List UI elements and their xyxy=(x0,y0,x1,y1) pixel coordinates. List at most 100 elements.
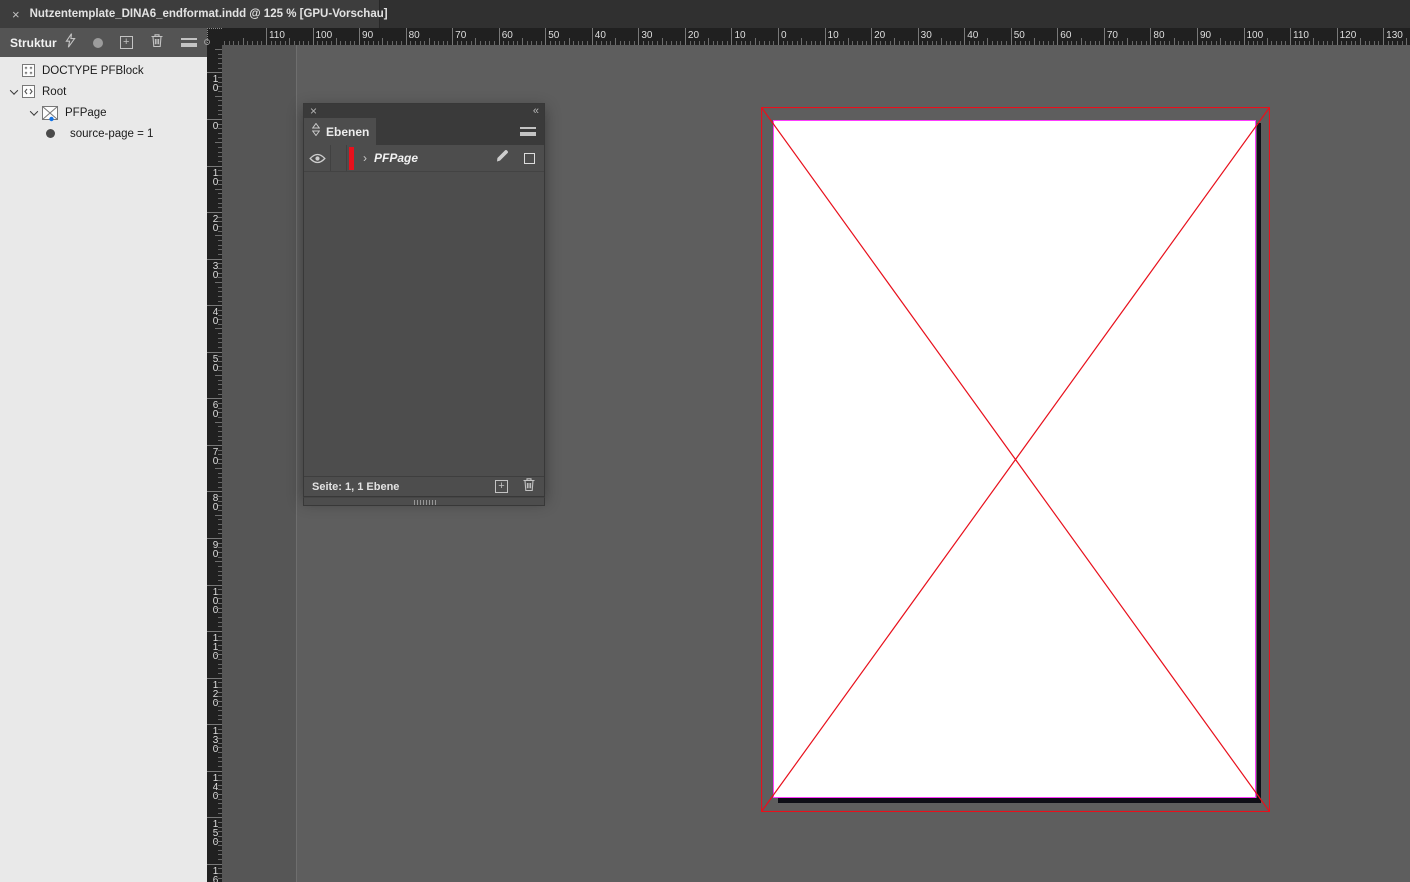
ruler-tick xyxy=(489,41,490,45)
ruler-label: 10 xyxy=(828,30,839,41)
ruler-tick xyxy=(308,41,309,45)
ruler-tick xyxy=(978,41,979,45)
layer-lock-cell[interactable] xyxy=(331,145,347,171)
ruler-tick xyxy=(750,41,751,45)
tree-item-pfpage[interactable]: PFPage xyxy=(0,102,207,123)
ruler-label: 2 0 xyxy=(210,45,221,47)
layer-target-square-icon[interactable] xyxy=(524,153,535,164)
ruler-tick xyxy=(741,41,742,45)
ruler-label: 70 xyxy=(1107,30,1118,41)
tab-ebenen[interactable]: Ebenen xyxy=(304,118,376,145)
layer-name[interactable]: PFPage xyxy=(374,151,495,165)
ruler-label: 80 xyxy=(1153,30,1164,41)
ruler-tick xyxy=(899,41,900,45)
ruler-tick xyxy=(1365,41,1366,45)
pen-icon xyxy=(495,149,510,168)
new-layer-icon[interactable]: + xyxy=(495,480,508,493)
ruler-tick xyxy=(406,28,407,45)
layer-expander-icon[interactable]: › xyxy=(363,151,367,165)
ruler-tick xyxy=(587,41,588,45)
ruler-tick xyxy=(894,38,895,45)
ruler-tick xyxy=(1104,28,1105,45)
panel-menu-icon[interactable] xyxy=(520,127,536,136)
ruler-tick xyxy=(215,468,222,469)
tree-item-label: source-page = 1 xyxy=(70,128,153,140)
ruler-tick xyxy=(1099,41,1100,45)
ruler-tick xyxy=(1076,41,1077,45)
chevron-down-icon[interactable] xyxy=(6,89,22,95)
ruler-tick xyxy=(215,515,222,516)
layer-visibility-toggle[interactable] xyxy=(304,145,331,171)
ruler-tick xyxy=(322,41,323,45)
trash-icon[interactable] xyxy=(150,33,164,53)
tree-item-doctype-pfblock[interactable]: DOCTYPE PFBlock xyxy=(0,60,207,81)
ruler-tick xyxy=(1015,41,1016,45)
ruler-tick xyxy=(969,41,970,45)
add-element-icon[interactable]: + xyxy=(120,36,133,49)
ruler-tick xyxy=(1337,28,1338,45)
ruler-tick xyxy=(1276,41,1277,45)
ruler-tick xyxy=(215,49,222,50)
horizontal-ruler[interactable]: 1101009080706050403020100102030405060708… xyxy=(222,28,1410,45)
ruler-label: 60 xyxy=(1060,30,1071,41)
ruler-tick xyxy=(410,41,411,45)
ruler-tick xyxy=(215,794,222,795)
ruler-tick xyxy=(1150,28,1151,45)
ruler-tick xyxy=(1197,28,1198,45)
ruler-tick xyxy=(1225,41,1226,45)
ruler-tick xyxy=(815,41,816,45)
tab-close-icon[interactable]: × xyxy=(12,8,20,21)
ruler-tick xyxy=(1206,41,1207,45)
ruler-tick xyxy=(1062,41,1063,45)
layer-row-pfpage[interactable]: › PFPage xyxy=(304,145,544,172)
chevron-down-icon[interactable] xyxy=(26,110,42,116)
ruler-tick xyxy=(792,41,793,45)
panel-collapse-diamond-icon[interactable] xyxy=(312,123,320,141)
close-icon[interactable]: × xyxy=(310,106,317,116)
layer-color-swatch xyxy=(349,147,354,170)
ruler-tick xyxy=(1039,41,1040,45)
structure-panel-header: Struktur + xyxy=(0,28,207,57)
tree-item-source-page-1[interactable]: source-page = 1 xyxy=(0,123,207,144)
ruler-tick xyxy=(964,28,965,45)
ruler-tick xyxy=(215,422,222,423)
ruler-tick xyxy=(708,38,709,45)
ruler-tick xyxy=(1169,41,1170,45)
ruler-tick xyxy=(615,38,616,45)
ruler-tick xyxy=(1257,41,1258,45)
circle-icon[interactable] xyxy=(93,38,103,48)
ruler-tick xyxy=(1244,28,1245,45)
ruler-tick xyxy=(1095,41,1096,45)
ruler-label: 110 xyxy=(1293,30,1309,41)
collapse-panel-icon[interactable]: « xyxy=(533,106,538,116)
tree-item-root[interactable]: Root xyxy=(0,81,207,102)
ruler-tick xyxy=(1374,41,1375,45)
vertical-ruler[interactable]: 2 01 001 02 03 04 05 06 07 08 09 01 0 01… xyxy=(207,45,222,882)
ruler-tick xyxy=(624,41,625,45)
ruler-tick xyxy=(601,41,602,45)
ruler-tick xyxy=(904,41,905,45)
lightning-icon[interactable] xyxy=(65,33,76,53)
ruler-tick xyxy=(215,841,222,842)
document-page[interactable] xyxy=(773,120,1256,798)
ruler-tick xyxy=(871,28,872,45)
ruler-tick xyxy=(932,41,933,45)
panel-menu-icon[interactable] xyxy=(181,38,197,47)
ruler-tick xyxy=(671,41,672,45)
ruler-tick xyxy=(215,654,222,655)
document-tab[interactable]: × Nutzentemplate_DINA6_endformat.indd @ … xyxy=(0,0,380,28)
ruler-tick xyxy=(987,38,988,45)
ruler-tick xyxy=(1043,41,1044,45)
ruler-tick xyxy=(1029,41,1030,45)
ruler-tick xyxy=(834,41,835,45)
page-shadow-right xyxy=(1257,123,1261,802)
ruler-tick xyxy=(787,41,788,45)
layers-panel-titlebar[interactable]: × « xyxy=(304,104,544,118)
layers-panel-resize-handle[interactable] xyxy=(303,497,545,506)
ruler-label: 70 xyxy=(455,30,466,41)
ruler-tick xyxy=(207,817,222,818)
ruler-tick xyxy=(1006,41,1007,45)
ruler-tick xyxy=(345,41,346,45)
ruler-tick xyxy=(997,41,998,45)
delete-layer-icon[interactable] xyxy=(522,477,536,497)
